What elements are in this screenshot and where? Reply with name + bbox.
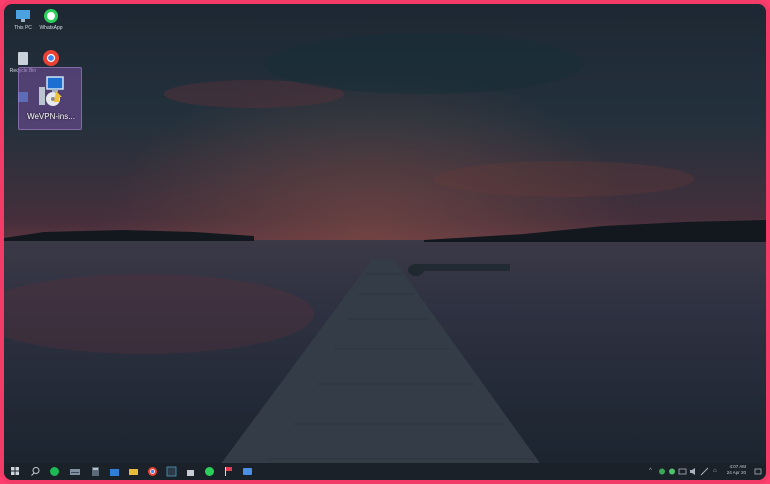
taskbar-clock[interactable]: 4:07 AM 24 Apr 20 [727, 464, 746, 476]
file-explorer-icon[interactable] [128, 466, 139, 477]
store-icon[interactable] [109, 466, 120, 477]
pen-icon[interactable] [700, 467, 709, 476]
spotify-icon[interactable] [49, 466, 60, 477]
screen-frame: This PC WhatsApp Recycle Bin WeVPN-ins..… [0, 0, 770, 484]
windows-start-icon[interactable] [10, 466, 20, 477]
shopping-bag-icon[interactable] [185, 466, 196, 477]
notification-icon[interactable] [754, 467, 762, 476]
chrome-icon [43, 50, 59, 66]
taskbar: ^ ⌂ 4:07 AM 24 Apr 20 [4, 463, 766, 480]
speaker-icon[interactable] [689, 467, 698, 476]
desktop-icon-label: WeVPN-ins... [27, 112, 75, 121]
desktop-icon-chrome[interactable] [34, 49, 68, 68]
chevron-up-icon[interactable]: ^ [649, 467, 652, 476]
tray-status-icon[interactable] [668, 467, 676, 476]
desktop-wallpaper [4, 4, 766, 480]
search-icon[interactable] [30, 466, 41, 477]
desktop-icon-label: WhatsApp [39, 25, 63, 31]
this-pc-icon [16, 10, 30, 22]
desktop-icon-label: This PC [14, 25, 32, 31]
recycle-bin-icon [18, 52, 28, 65]
tray-app-icon[interactable] [658, 467, 666, 476]
calculator-icon[interactable] [90, 466, 101, 477]
wevpn-installer-icon [39, 76, 64, 106]
clock-date: 24 Apr 20 [726, 470, 746, 475]
vpn-icon[interactable] [242, 466, 253, 477]
terminal-icon[interactable] [166, 466, 177, 477]
language-icon[interactable]: ⌂ [713, 467, 717, 476]
flag-icon[interactable] [223, 466, 234, 477]
whatsapp-icon[interactable] [204, 466, 215, 477]
network-drive-icon[interactable] [69, 466, 81, 477]
network-icon[interactable] [678, 467, 687, 476]
desktop-icon-whatsapp[interactable]: WhatsApp [34, 8, 68, 31]
chrome-icon[interactable] [147, 466, 158, 477]
desktop-icon-wevpn-installer[interactable]: WeVPN-ins... [18, 67, 82, 130]
whatsapp-icon [44, 9, 58, 23]
